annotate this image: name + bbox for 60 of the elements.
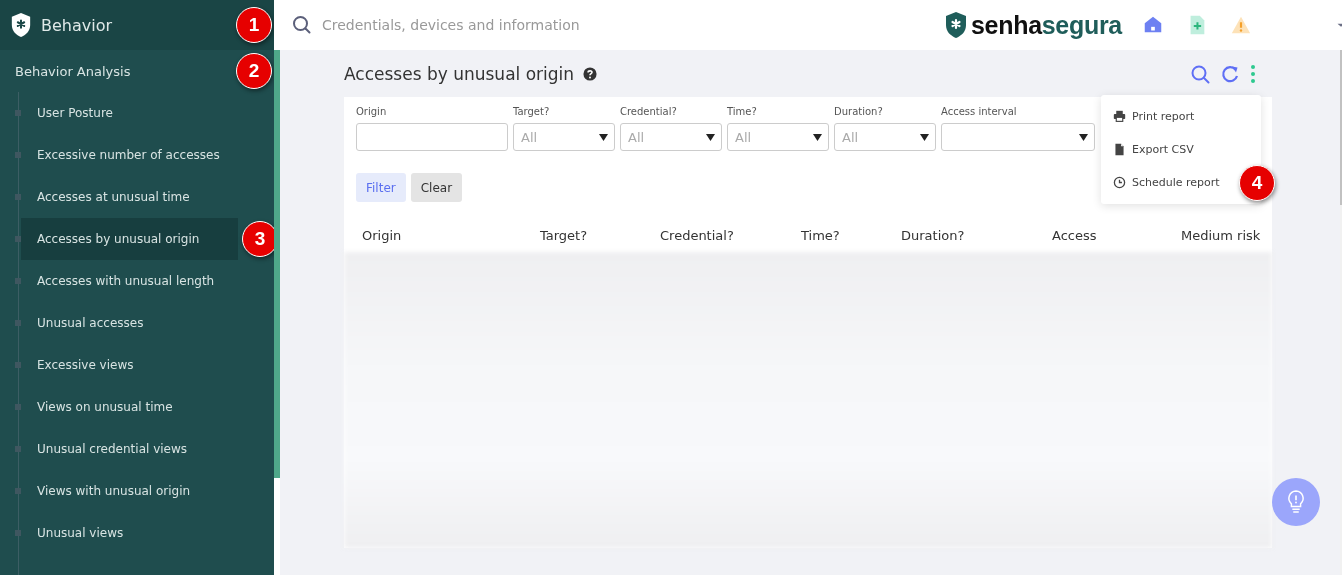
dropdown-arrow-icon — [813, 132, 822, 142]
menu-item[interactable]: Print report — [1101, 100, 1241, 133]
input-field[interactable] — [356, 123, 508, 151]
sidebar-item[interactable]: Excessive views — [21, 344, 274, 386]
column-header[interactable]: Time? — [801, 228, 901, 243]
sidebar-item[interactable]: Accesses by unusual origin — [21, 218, 238, 260]
column-header[interactable]: Credential? — [660, 228, 801, 243]
field-label: Target? — [513, 106, 551, 119]
more-icon[interactable] — [1250, 63, 1256, 84]
menu-item[interactable]: Schedule report — [1101, 166, 1241, 199]
menu-item-label: Print report — [1132, 110, 1195, 123]
field-label: Credential? — [620, 106, 678, 119]
sidebar-item[interactable]: Excessive number of accesses — [21, 134, 274, 176]
clock-icon — [1113, 176, 1126, 189]
shield-icon — [10, 12, 32, 38]
search-icon[interactable] — [1190, 63, 1210, 84]
callout-badge: 4 — [1239, 164, 1275, 201]
filter-button[interactable]: Filter — [356, 173, 406, 202]
sidebar-item[interactable]: Unusual accesses — [21, 302, 274, 344]
menu-item-label: Export CSV — [1132, 143, 1194, 156]
logo-text: senhasegura — [971, 10, 1122, 40]
column-header[interactable]: Access — [1052, 228, 1181, 243]
file-icon — [1113, 143, 1126, 156]
sidebar-item[interactable]: Accesses with unusual length — [21, 260, 274, 302]
scrollbar-thumb[interactable] — [274, 50, 280, 478]
dropdown-arrow-icon — [706, 132, 715, 142]
page-title: Accesses by unusual origin — [344, 63, 575, 84]
column-header[interactable]: Target? — [540, 228, 660, 243]
sidebar-item[interactable]: Views with unusual origin — [21, 470, 274, 512]
help-button[interactable] — [1271, 478, 1320, 526]
menu-item-label: Schedule report — [1132, 176, 1220, 189]
dropdown-arrow-icon — [920, 132, 929, 142]
sidebar-item[interactable]: Views on unusual time — [21, 386, 274, 428]
refresh-icon[interactable] — [1220, 63, 1240, 84]
field-label: Time? — [727, 106, 758, 119]
sidebar-item[interactable]: Unusual views — [21, 512, 274, 554]
field-label: Duration? — [834, 106, 884, 119]
printer-icon — [1113, 110, 1126, 123]
sidebar-item[interactable]: User Posture — [21, 92, 274, 134]
callout-badge: 2 — [236, 53, 272, 89]
sidebar-title: Behavior — [41, 15, 113, 35]
column-header[interactable]: Origin — [362, 228, 540, 243]
menu-section[interactable]: Behavior Analysis 2 — [0, 50, 274, 92]
column-header[interactable]: Duration? — [901, 228, 1052, 243]
dropdown-arrow-icon — [599, 132, 608, 142]
callout-badge: 1 — [236, 7, 272, 43]
shield-icon — [944, 11, 968, 39]
clear-button[interactable]: Clear — [410, 173, 463, 202]
help-icon[interactable] — [583, 66, 598, 81]
select-field[interactable] — [941, 123, 1095, 151]
field-label: Origin — [356, 106, 388, 119]
menu-item[interactable]: Export CSV — [1101, 133, 1241, 166]
callout-badge: 3 — [242, 221, 274, 257]
search-icon — [292, 15, 312, 35]
sidebar-item[interactable]: Accesses at unusual time — [21, 176, 274, 218]
search-field[interactable]: Credentials, devices and information — [320, 16, 824, 34]
dropdown-arrow-icon — [1079, 132, 1088, 142]
sidebar-item[interactable]: Unusual credential views — [21, 428, 274, 470]
column-header[interactable]: Medium risk — [1181, 228, 1261, 243]
field-label: Access interval — [941, 106, 1018, 119]
